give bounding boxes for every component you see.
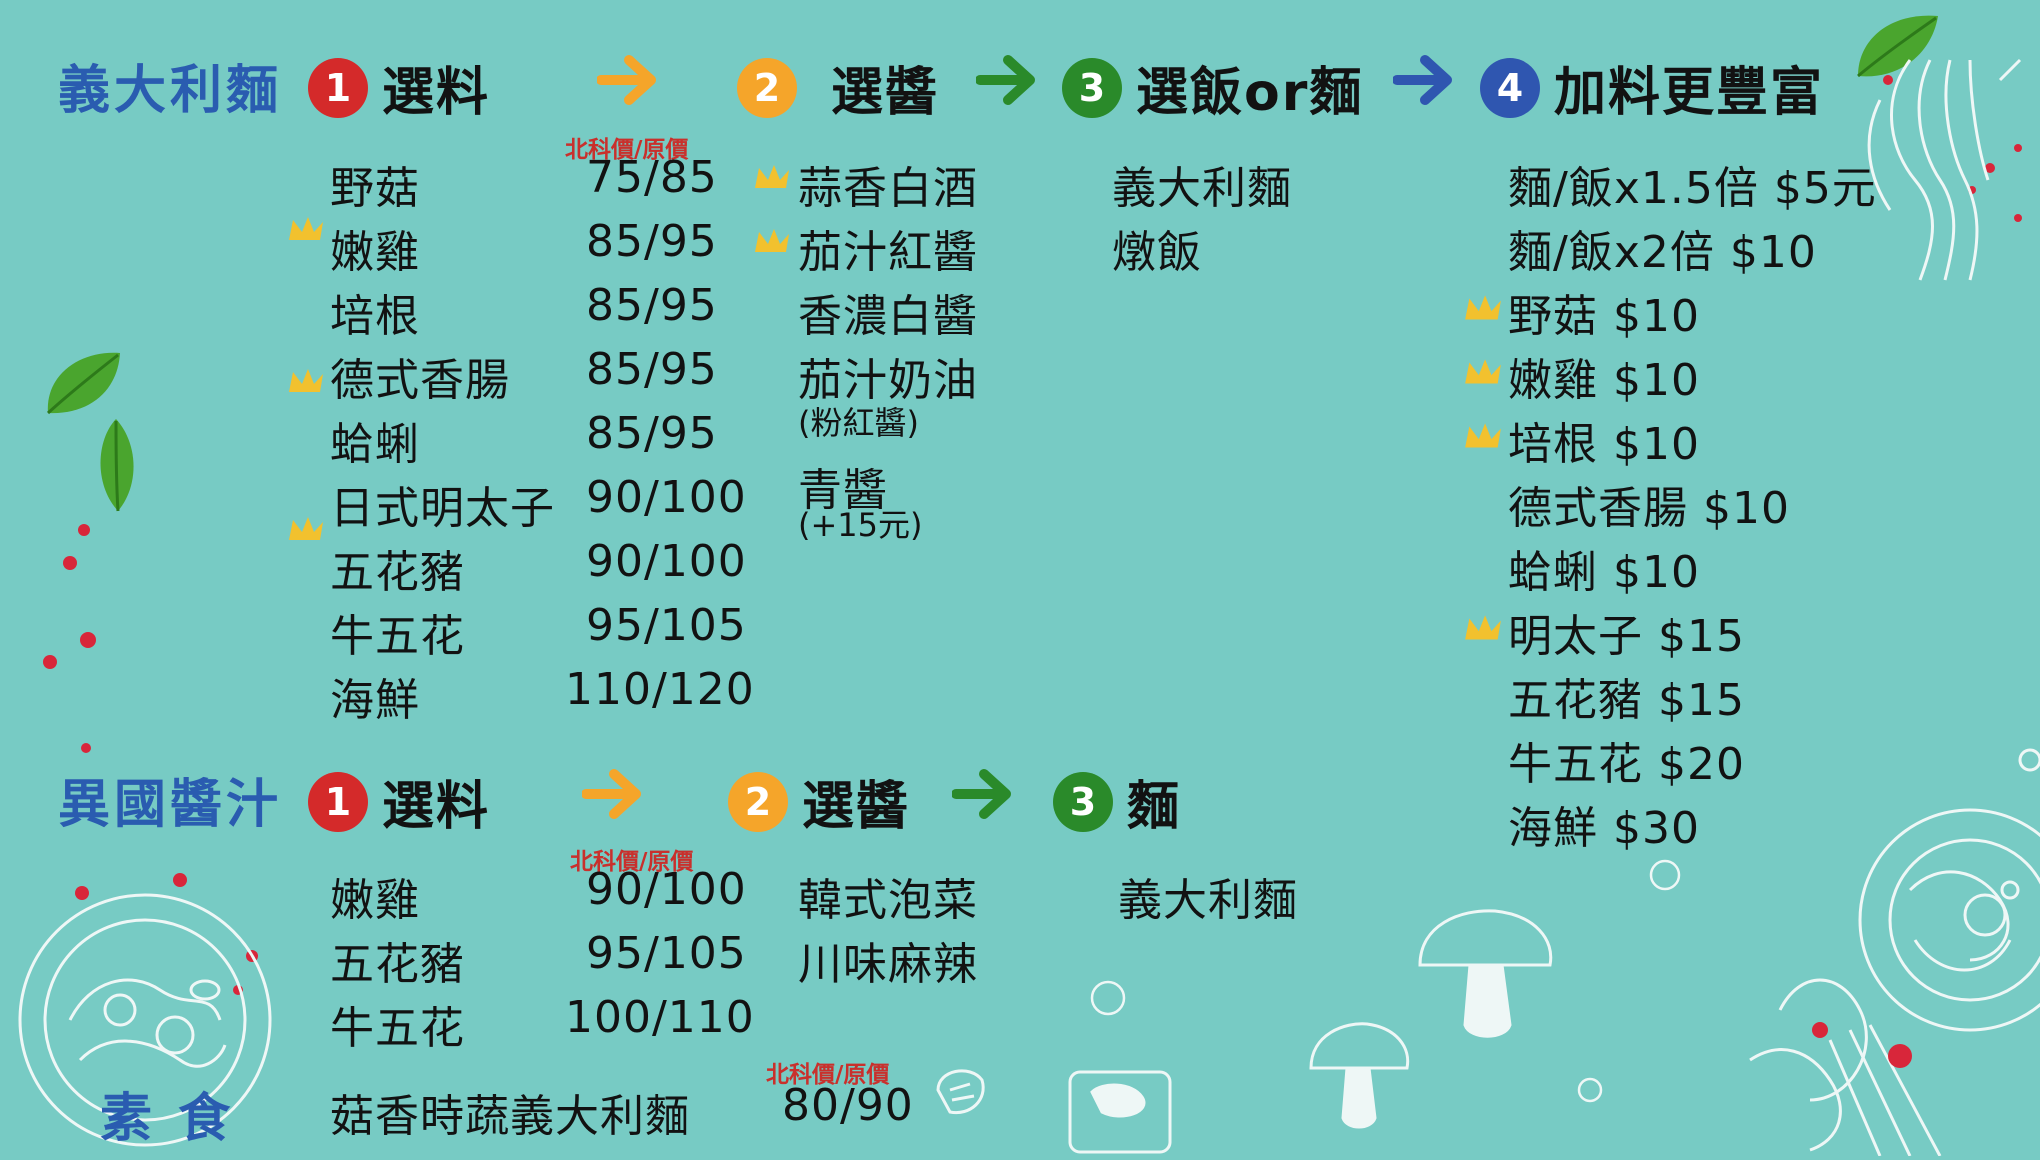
addon-item: 野菇 $10	[1508, 291, 1700, 342]
addon-item: 明太子 $15	[1508, 611, 1745, 662]
ingredient-price: 75/85	[586, 152, 718, 203]
ingredient-price: 95/105	[586, 928, 747, 979]
ingredient-price: 85/95	[586, 216, 718, 267]
pasta-step-1: 1 選料	[308, 50, 490, 125]
addon-item: 蛤蜊 $10	[1508, 547, 1700, 598]
ingredient-name: 五花豬	[330, 939, 465, 990]
ingredient-price: 100/110	[565, 992, 755, 1043]
exotic-step-1: 1 選料	[308, 764, 490, 839]
step-2-label: 選醬	[831, 63, 940, 123]
crown-icon	[755, 165, 789, 188]
step-3-label: 選飯or麵	[1136, 63, 1364, 123]
step-1-label: 選料	[382, 63, 491, 123]
arrow-right-icon	[597, 55, 656, 105]
sauce-note: (粉紅醬)	[798, 404, 919, 442]
addon-item: 培根 $10	[1508, 419, 1700, 470]
step-2-badge: 2	[728, 771, 788, 832]
pasta-step-4: 4 加料更豐富	[1480, 50, 1824, 125]
step-4-badge: 4	[1480, 57, 1540, 118]
step-1-label: 選料	[382, 777, 491, 837]
addon-item: 海鮮 $30	[1508, 803, 1700, 854]
ingredient-name: 牛五花	[330, 1003, 465, 1054]
crown-icon	[1465, 615, 1501, 640]
veg-item-price: 80/90	[782, 1080, 914, 1131]
step-1-badge: 1	[308, 57, 368, 118]
sauce-name: 韓式泡菜	[798, 875, 978, 926]
ingredient-name: 牛五花	[330, 611, 465, 662]
ingredient-price: 85/95	[586, 408, 718, 459]
ingredient-price: 85/95	[586, 280, 718, 331]
crown-icon	[1465, 423, 1501, 448]
ingredient-name: 德式香腸	[330, 355, 510, 406]
crown-icon	[289, 217, 323, 240]
crown-icon	[755, 229, 789, 252]
base-option: 義大利麵	[1112, 163, 1292, 214]
addon-item: 麵/飯x1.5倍 $5元	[1508, 163, 1877, 214]
arrow-right-icon	[1393, 55, 1452, 105]
step-3-badge: 3	[1053, 771, 1113, 832]
step-1-badge: 1	[308, 771, 368, 832]
ingredient-name: 日式明太子	[330, 483, 555, 534]
ingredient-price: 110/120	[565, 664, 755, 715]
ingredient-price: 90/100	[586, 864, 747, 915]
crown-icon	[289, 369, 323, 392]
ingredient-name: 嫩雞	[330, 875, 420, 926]
sauce-name: 川味麻辣	[798, 939, 978, 990]
arrow-right-icon	[582, 769, 641, 819]
pasta-step-3: 3 選飯or麵	[1062, 50, 1363, 125]
crown-icon	[289, 517, 323, 540]
ingredient-price: 90/100	[586, 536, 747, 587]
step-3-label: 麵	[1127, 777, 1182, 837]
base-option: 義大利麵	[1118, 875, 1298, 926]
exotic-step-3: 3 麵	[1053, 764, 1181, 839]
pasta-section-title: 義大利麵	[58, 61, 283, 121]
veg-item-name: 菇香時蔬義大利麵	[330, 1091, 690, 1142]
ingredient-name: 嫩雞	[330, 227, 420, 278]
exotic-step-2: 2 選醬	[728, 764, 910, 839]
ingredient-name: 海鮮	[330, 675, 420, 726]
addon-item: 五花豬 $15	[1508, 675, 1745, 726]
ingredient-name: 五花豬	[330, 547, 465, 598]
sauce-name: 蒜香白酒	[798, 163, 978, 214]
sauce-note: (+15元)	[798, 506, 923, 544]
ingredient-price: 85/95	[586, 344, 718, 395]
shell-sketch	[936, 1069, 985, 1115]
ingredient-price: 90/100	[586, 472, 747, 523]
crown-icon	[1465, 295, 1501, 320]
bubble-decoration	[1649, 859, 1681, 891]
bubble-decoration	[1090, 980, 1603, 1103]
arrow-right-icon	[952, 769, 1011, 819]
step-2-badge: 2	[737, 57, 797, 118]
addon-item: 德式香腸 $10	[1508, 483, 1790, 534]
addon-item: 嫩雞 $10	[1508, 355, 1700, 406]
exotic-section-title: 異國醬汁	[58, 775, 283, 835]
veg-section-title: 素 食	[100, 1089, 235, 1149]
base-option: 燉飯	[1112, 227, 1202, 278]
addon-item: 牛五花 $20	[1508, 739, 1745, 790]
ingredient-name: 野菇	[330, 163, 420, 214]
sauce-name: 茄汁紅醬	[798, 227, 978, 278]
crown-icon	[1465, 359, 1501, 384]
ingredient-name: 培根	[330, 291, 420, 342]
arrow-right-icon	[976, 55, 1035, 105]
pasta-step-2: 2 選醬	[737, 50, 939, 125]
step-2-label: 選醬	[802, 777, 911, 837]
sauce-name: 香濃白醬	[798, 291, 978, 342]
ingredient-price: 95/105	[586, 600, 747, 651]
addon-item: 麵/飯x2倍 $10	[1508, 227, 1817, 278]
ingredient-name: 蛤蜊	[330, 419, 420, 470]
step-4-label: 加料更豐富	[1554, 63, 1825, 123]
step-3-badge: 3	[1062, 57, 1122, 118]
pasta-plate-sketch	[1749, 748, 2040, 1156]
